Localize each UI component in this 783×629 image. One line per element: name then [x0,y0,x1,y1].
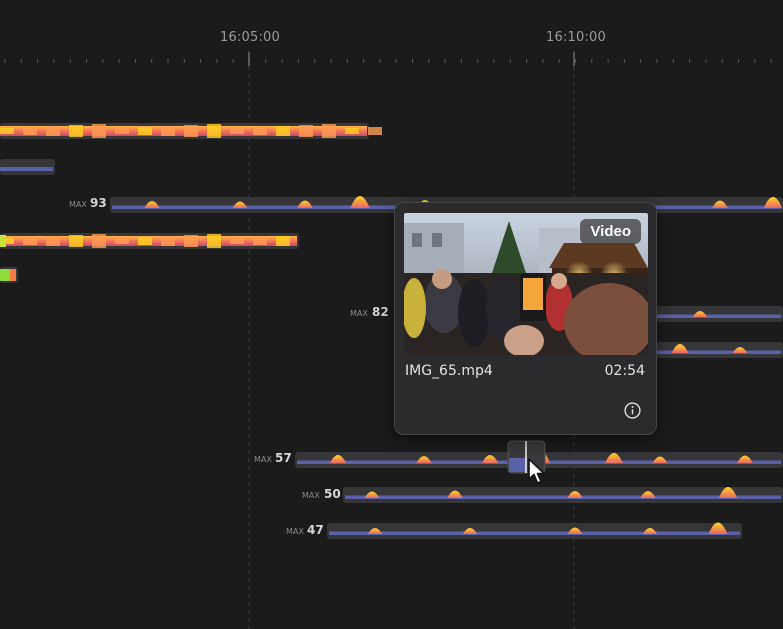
media-filename: IMG_65.mp4 [405,363,493,379]
max-value-track-9: 50 [324,487,341,501]
scrub-selection [509,458,526,472]
max-value-track-3: 93 [90,196,107,210]
activity-peak [322,124,336,138]
max-value-track-6: 82 [372,305,389,319]
activity-peak [230,128,244,134]
max-prefix-label: MAX [350,309,368,318]
activity-peak [253,237,267,245]
info-icon[interactable] [624,402,641,419]
activity-baseline [329,531,740,535]
activity-peak [10,269,16,281]
activity-peak [276,126,290,136]
timeline-canvas[interactable]: 16:05:00 16:10:00 MAX 93 MAX 82 MAX 57 M… [0,0,783,629]
activity-peak [23,237,37,245]
track-background [655,306,783,322]
activity-peak [207,234,221,248]
max-prefix-label: MAX [286,527,304,536]
activity-peak [69,235,83,247]
activity-peak [253,127,267,135]
mouse-pointer-icon [528,458,545,484]
activity-peak [0,128,14,134]
activity-peak [0,235,6,247]
activity-peak [138,237,152,245]
activity-baseline [0,167,53,171]
activity-peak [345,128,359,134]
activity-peak [230,238,244,244]
track-background [327,523,742,539]
activity-peak [138,127,152,135]
activity-peak [69,125,83,137]
video-badge: Video [580,219,641,244]
max-prefix-label: MAX [69,200,87,209]
activity-peak [184,235,198,247]
activity-peak [368,127,382,135]
time-label-1610: 16:10:00 [546,30,606,45]
activity-baseline [657,314,781,318]
activity-peak [115,238,129,244]
media-preview-popup[interactable]: Video IMG_65.mp4 02:54 [394,202,657,435]
activity-peak [207,124,221,138]
activity-peak [92,234,106,248]
activity-peak [92,124,106,138]
track-background [343,487,783,503]
activity-peak [184,125,198,137]
max-value-track-10: 47 [307,523,324,537]
activity-peak [276,236,290,246]
activity-peak [161,126,175,136]
activity-peak [46,236,60,246]
timeline-svg [0,50,783,629]
activity-peak [0,269,10,281]
video-thumbnail[interactable]: Video [404,213,648,355]
time-label-1605: 16:05:00 [220,30,280,45]
activity-peak [46,126,60,136]
max-prefix-label: MAX [302,491,320,500]
max-prefix-label: MAX [254,455,272,464]
activity-peak [299,125,313,137]
activity-peak [161,236,175,246]
activity-baseline [345,495,781,499]
max-value-track-8: 57 [275,451,292,465]
activity-peak [23,127,37,135]
activity-peak [115,128,129,134]
media-duration: 02:54 [604,363,645,379]
